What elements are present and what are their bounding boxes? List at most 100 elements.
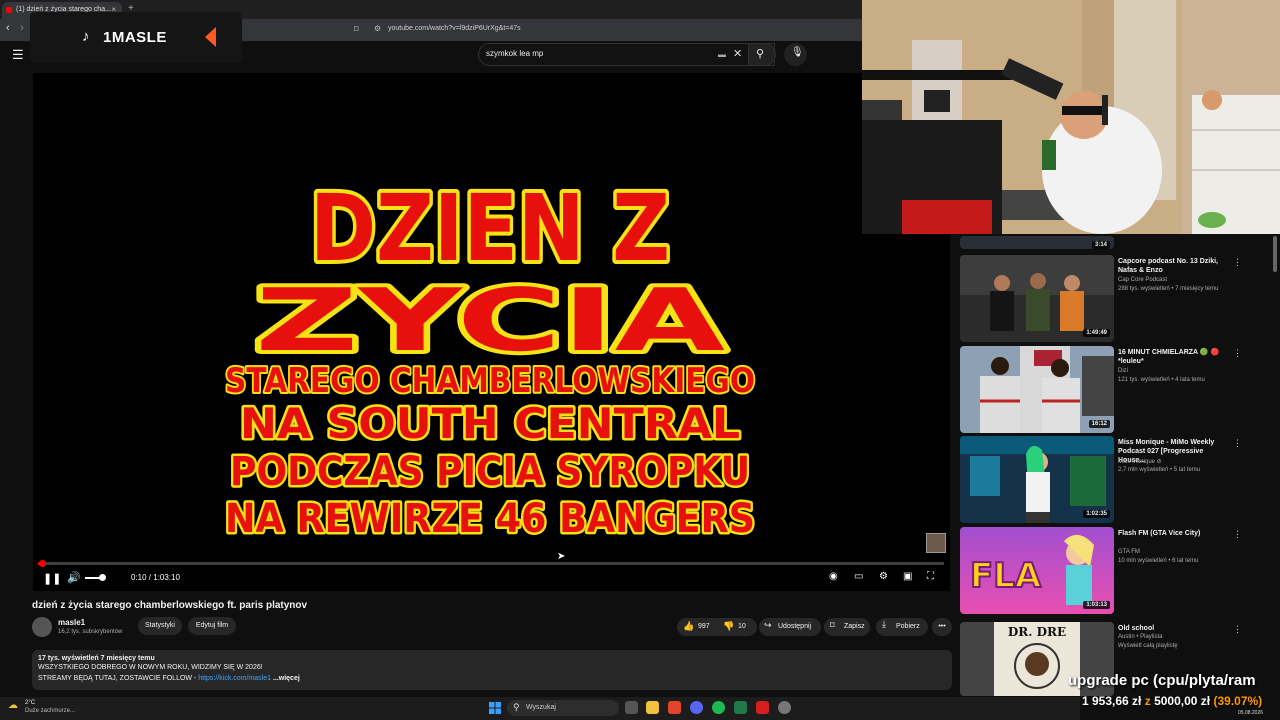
video-title[interactable]: 16 MINUT CHMIELARZA 🟢 🔴 *leuleu* — [1118, 348, 1228, 366]
subscriber-count: 16,2 tys. subskrybentów — [58, 629, 123, 635]
svg-text:FLA: FLA — [970, 556, 1042, 596]
goal-percent: (39.07%) — [1213, 694, 1263, 708]
taskbar-search-placeholder[interactable]: Wyszukaj — [526, 704, 556, 711]
show-more-link[interactable]: ...więcej — [271, 675, 300, 682]
channel-avatar[interactable] — [32, 617, 52, 637]
sidebar-scrollbar[interactable] — [1273, 236, 1277, 272]
brave-browser-icon[interactable] — [668, 701, 681, 714]
channel-watermark[interactable] — [926, 533, 946, 553]
fullscreen-icon[interactable]: ⛶ — [927, 571, 934, 582]
like-icon[interactable]: 👍 — [683, 621, 694, 632]
excel-icon[interactable] — [734, 701, 747, 714]
duration-badge: 1:02:35 — [1083, 510, 1110, 518]
task-view-icon[interactable] — [625, 701, 638, 714]
streamer-logo-text: 1MASLE — [103, 29, 167, 46]
clear-search-icon[interactable]: ✕ — [733, 47, 742, 60]
more-vert-icon[interactable]: ⋮ — [1233, 438, 1242, 449]
video-title-card: DZIEN Z ZYCIA STAREGO CHAMBERLOWSKIEGO N… — [223, 171, 758, 545]
windows-start-icon[interactable] — [489, 702, 501, 714]
sidebar-video-4[interactable]: FLA 1:03:13 Flash FM (GTA Vice City) GTA… — [960, 527, 1280, 615]
title-line-1: DZIEN Z — [310, 175, 670, 282]
subtitles-icon[interactable]: ▭ — [854, 571, 863, 582]
forward-icon[interactable]: › — [20, 22, 24, 34]
stats-button[interactable]: Statystyki — [138, 617, 182, 635]
channel-name[interactable]: masle1 — [58, 618, 85, 627]
channel-name[interactable]: Miss Monique ⊘ — [1118, 458, 1162, 465]
dislike-icon[interactable]: 👎 — [723, 621, 734, 632]
weather-temp[interactable]: 2°C — [25, 700, 35, 706]
time-display: 0:10 / 1:03:10 — [131, 573, 180, 582]
dislike-count[interactable]: 10 — [738, 623, 746, 630]
progress-bar[interactable] — [38, 562, 944, 565]
more-vert-icon[interactable]: ⋮ — [1233, 348, 1242, 359]
autoplay-toggle-icon[interactable]: ◉ — [829, 571, 838, 582]
channel-name[interactable]: Dizi — [1118, 368, 1128, 374]
goal-current: 1 953,66 zł — [1082, 694, 1142, 708]
duration-badge: 1:49:49 — [1083, 329, 1110, 337]
video-meta: 121 tys. wyświetleń • 4 lata temu — [1118, 377, 1205, 383]
sidebar-video-2[interactable]: 16:12 16 MINUT CHMIELARZA 🟢 🔴 *leuleu* D… — [960, 346, 1280, 434]
sidebar-video-1[interactable]: 1:49:49 Capcore podcast No. 13 Dziki, Na… — [960, 255, 1280, 343]
title-line-5: PODCZAS PICIA SYROPKU — [230, 449, 750, 495]
goal-separator: z — [1144, 694, 1151, 708]
keyboard-icon[interactable]: ▬ — [718, 50, 726, 59]
theater-mode-icon[interactable]: ▣ — [903, 571, 912, 582]
playlist-owner[interactable]: Austin • Playlista — [1118, 634, 1162, 640]
more-vert-icon[interactable]: ⋮ — [1233, 624, 1242, 635]
sidebar-video-3[interactable]: 1:02:35 Miss Monique - MiMo Weekly Podca… — [960, 436, 1280, 524]
settings-icon[interactable]: ⚙ — [879, 571, 888, 582]
microphone-icon[interactable]: 🎙 — [791, 47, 804, 58]
tiktok-icon: ♪ — [82, 28, 90, 45]
search-icon[interactable]: ⚲ — [756, 47, 764, 60]
url-text[interactable]: youtube.com/watch?v=l9dziP6UrXg&t=47s — [388, 25, 521, 32]
bookmark-save-icon: ⌑ — [830, 620, 835, 630]
discord-icon[interactable] — [690, 701, 703, 714]
red-app-icon[interactable] — [756, 701, 769, 714]
video-title[interactable]: Capcore podcast No. 13 Dziki, Nafas & En… — [1118, 257, 1228, 275]
duration-badge: 1:03:13 — [1083, 601, 1110, 609]
back-icon[interactable]: ‹ — [6, 22, 10, 34]
weather-cloud-icon[interactable]: ☁ — [8, 700, 18, 711]
channel-name[interactable]: Cap Core Podcast — [1118, 277, 1167, 283]
file-explorer-icon[interactable] — [646, 701, 659, 714]
more-vert-icon[interactable]: ⋮ — [1233, 257, 1242, 268]
site-info-icon[interactable]: ⚙ — [374, 24, 381, 33]
share-label[interactable]: Udostępnij — [778, 623, 811, 630]
more-vert-icon[interactable]: ⋮ — [1233, 529, 1242, 540]
description-text: STREAMY BĘDĄ TUTAJ, ZOSTAWCIE FOLLOW - — [38, 675, 199, 682]
view-playlist-link[interactable]: Wyświetl całą playlistę — [1118, 643, 1178, 649]
title-line-2: ZYCIA — [255, 271, 726, 371]
share-icon: ↪ — [764, 620, 772, 630]
description-line-1: WSZYSTKIEGO DOBREGO W NOWYM ROKU, WIDZIM… — [38, 664, 263, 671]
volume-icon[interactable]: 🔊 — [67, 571, 81, 584]
spotify-icon[interactable] — [712, 701, 725, 714]
description-line-2: STREAMY BĘDĄ TUTAJ, ZOSTAWCIE FOLLOW - h… — [38, 675, 300, 682]
donation-goal-title: upgrade pc (cpu/plyta/ram — [1068, 672, 1256, 689]
menu-icon[interactable]: ☰ — [12, 47, 24, 63]
video-meta: 2,7 mln wyświetleń • 5 lat temu — [1118, 467, 1201, 473]
duration-badge: 16:12 — [1088, 420, 1110, 428]
channel-name[interactable]: GTA FM — [1118, 549, 1140, 555]
title-line-4: NA SOUTH CENTRAL — [240, 399, 740, 448]
webcam-feed — [862, 0, 1280, 234]
pause-icon[interactable]: ❚❚ — [43, 572, 61, 585]
more-actions-button[interactable]: ••• — [932, 618, 952, 636]
taskbar-search-box[interactable] — [507, 700, 619, 716]
settings-app-icon[interactable] — [778, 701, 791, 714]
kick-link[interactable]: https://kick.com/masle1 — [198, 675, 271, 682]
goal-target: 5000,00 zł — [1154, 694, 1211, 708]
download-icon: ⤓ — [882, 619, 886, 629]
like-count[interactable]: 997 — [698, 623, 710, 630]
title-line-3: STAREGO CHAMBERLOWSKIEGO — [225, 361, 755, 401]
video-title[interactable]: Flash FM (GTA Vice City) — [1118, 529, 1228, 538]
edit-video-button[interactable]: Edytuj film — [188, 617, 236, 635]
taskbar-date[interactable]: 05.08.2026 — [1238, 710, 1263, 716]
weather-desc[interactable]: Duże zachmurze... — [25, 708, 75, 714]
save-label[interactable]: Zapisz — [844, 623, 865, 630]
playlist-title[interactable]: Old school — [1118, 624, 1228, 633]
search-query[interactable]: szymkok lea mp — [486, 49, 543, 58]
bookmark-icon[interactable]: ⌑ — [354, 24, 359, 35]
video-meta: 288 tys. wyświetleń • 7 miesięcy temu — [1118, 286, 1219, 292]
download-label[interactable]: Pobierz — [896, 623, 920, 630]
sidebar-video-0[interactable]: 3:14 — [960, 236, 1280, 250]
